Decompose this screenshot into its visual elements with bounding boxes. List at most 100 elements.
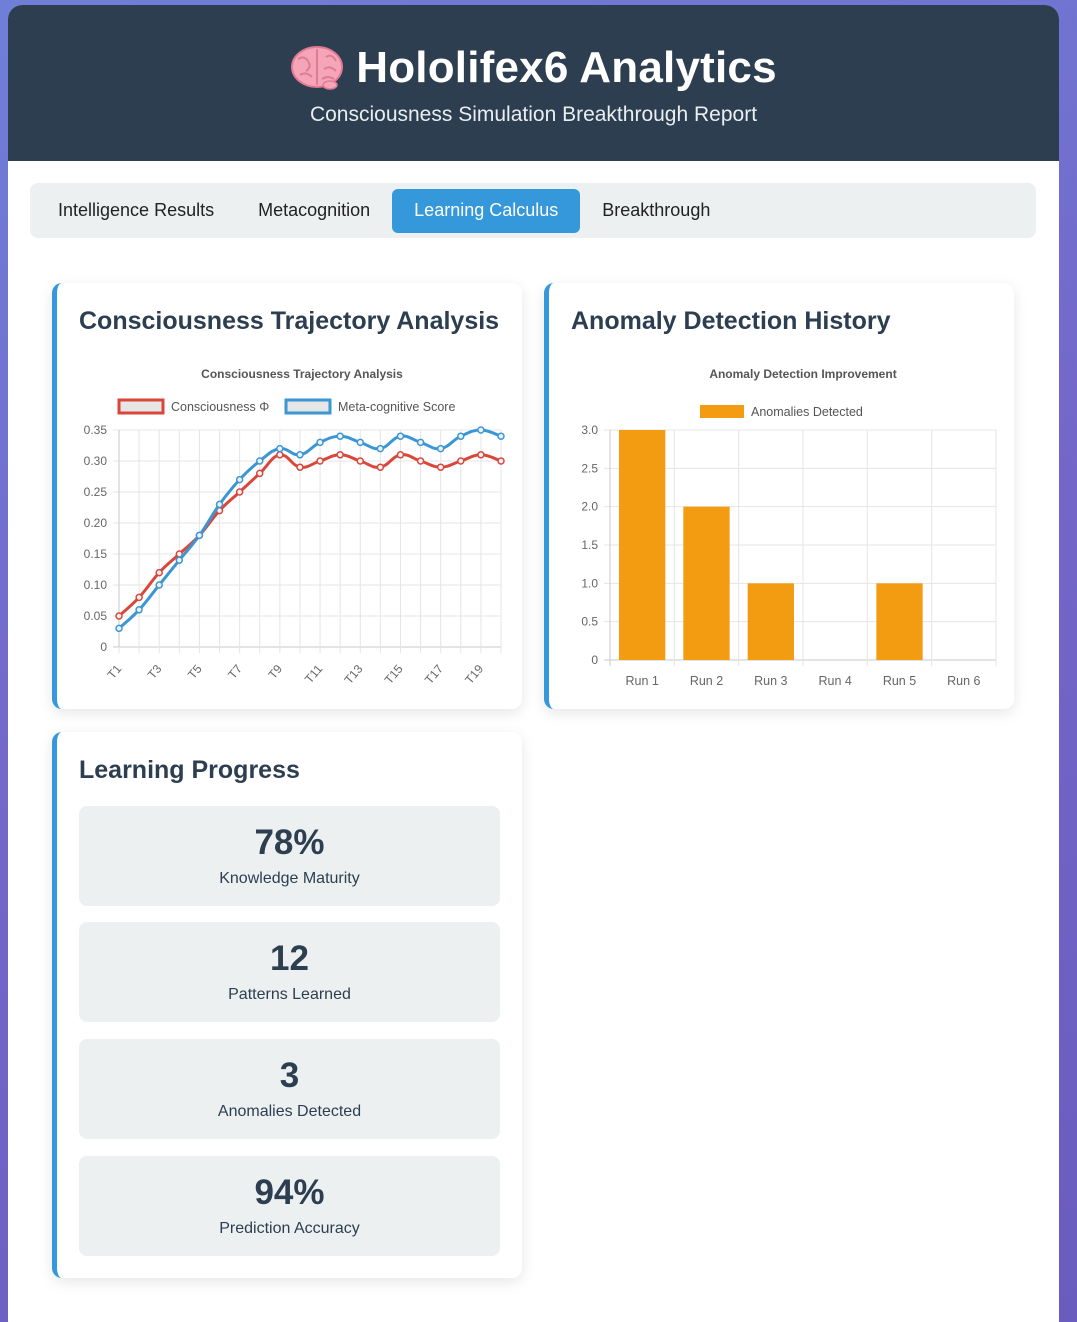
learning-card-title: Learning Progress: [79, 756, 300, 784]
bar: [619, 430, 666, 660]
stat-label: Patterns Learned: [228, 986, 351, 1003]
chart-title: Anomaly Detection Improvement: [709, 367, 896, 381]
stat-value: 78%: [254, 823, 325, 862]
data-point: [356, 457, 365, 465]
data-point: [436, 444, 445, 453]
x-tick-label: Run 3: [754, 674, 787, 688]
data-point: [396, 432, 405, 440]
x-tick-label: T5: [185, 662, 205, 682]
data-point: [255, 469, 264, 478]
tab-metacognition[interactable]: Metacognition: [236, 189, 392, 233]
legend-swatch: [284, 398, 332, 415]
data-point: [336, 451, 344, 459]
data-point: [296, 463, 304, 471]
x-tick-label: Run 2: [690, 674, 723, 688]
y-tick-label: 0.30: [84, 454, 108, 468]
data-point: [316, 438, 324, 447]
trajectory-line-chart: Consciousness Trajectory Analysis Conscio…: [84, 367, 505, 687]
legend-label: Meta-cognitive Score: [338, 400, 455, 414]
y-tick-label: 2.0: [581, 500, 598, 514]
data-point: [497, 432, 505, 440]
data-point: [376, 444, 385, 453]
x-tick-label: Run 5: [883, 674, 916, 688]
stat-label: Knowledge Maturity: [219, 870, 360, 887]
y-tick-label: 0.25: [84, 485, 108, 499]
y-tick-label: 0.05: [84, 609, 108, 623]
app-title: Hololifex6 Analytics: [356, 42, 777, 92]
legend-label: Anomalies Detected: [751, 405, 863, 419]
chart-title: Consciousness Trajectory Analysis: [201, 367, 403, 381]
data-point: [457, 432, 465, 440]
stat-value: 12: [270, 939, 309, 978]
data-point: [416, 457, 425, 465]
tab-breakthrough[interactable]: Breakthrough: [580, 189, 732, 233]
stat-label: Anomalies Detected: [217, 1103, 362, 1120]
stat-value: 3: [279, 1056, 300, 1095]
header-title-row: Hololifex6 Analytics: [8, 5, 1059, 97]
data-point: [336, 432, 344, 440]
data-point: [115, 624, 123, 633]
data-point: [195, 531, 204, 540]
stat-anomalies-detected: 3 Anomalies Detected: [79, 1039, 500, 1139]
data-point: [356, 438, 365, 447]
anomaly-card: Anomaly Detection History Anomaly Detect…: [544, 283, 1014, 709]
data-point: [215, 500, 224, 509]
x-tick-label: Run 4: [818, 674, 851, 688]
data-point: [135, 593, 143, 602]
y-tick-label: 0: [591, 653, 598, 667]
data-point: [396, 451, 405, 459]
y-tick-label: 0.35: [84, 423, 108, 437]
tab-bar: Intelligence Results Metacognition Learn…: [30, 183, 1036, 238]
data-point: [416, 438, 425, 447]
y-tick-label: 3.0: [581, 423, 598, 437]
data-point: [255, 457, 264, 465]
y-tick-label: 0.5: [581, 615, 598, 629]
data-point: [376, 463, 385, 471]
bar: [876, 583, 923, 660]
legend-label: Consciousness Φ: [171, 400, 269, 414]
x-tick-label: Run 6: [947, 674, 980, 688]
anomaly-bar-chart: Anomaly Detection Improvement Anomalies D…: [581, 367, 997, 688]
data-point: [235, 475, 244, 484]
y-tick-label: 0.15: [84, 547, 108, 561]
data-point: [155, 581, 163, 589]
stat-prediction-accuracy: 94% Prediction Accuracy: [79, 1156, 500, 1256]
data-point: [276, 444, 284, 453]
legend-swatch: [700, 405, 744, 418]
legend-swatch: [117, 398, 165, 415]
data-point: [135, 606, 143, 614]
data-point: [457, 457, 465, 465]
stat-knowledge-maturity: 78% Knowledge Maturity: [79, 806, 500, 906]
data-point: [115, 612, 123, 620]
y-tick-label: 0: [100, 640, 107, 654]
data-point: [276, 451, 284, 459]
header: Hololifex6 Analytics Consciousness Simul…: [8, 5, 1059, 161]
brain-icon: [291, 45, 344, 90]
x-tick-label: T11: [302, 662, 326, 686]
y-tick-label: 2.5: [581, 461, 598, 475]
x-tick-label: T19: [462, 662, 486, 687]
trajectory-card: Consciousness Trajectory Analysis Consci…: [52, 283, 522, 709]
bar: [747, 583, 794, 660]
data-point: [235, 488, 244, 496]
data-point: [477, 451, 485, 459]
data-point: [175, 556, 184, 564]
x-tick-label: T7: [225, 662, 245, 682]
data-point: [497, 457, 505, 465]
data-point: [477, 426, 485, 434]
stat-patterns-learned: 12 Patterns Learned: [79, 922, 500, 1022]
y-tick-label: 0.10: [84, 578, 108, 592]
x-tick-label: T1: [105, 662, 125, 682]
stat-value: 94%: [254, 1173, 325, 1212]
tab-learning-calculus[interactable]: Learning Calculus: [392, 188, 581, 233]
tab-intelligence-results[interactable]: Intelligence Results: [36, 189, 236, 233]
data-point: [155, 568, 163, 577]
data-point: [436, 463, 445, 471]
x-tick-label: T17: [422, 662, 446, 687]
x-tick-label: T3: [145, 662, 165, 682]
app-subtitle: Consciousness Simulation Breakthrough Re…: [309, 103, 758, 126]
learning-progress-card: Learning Progress 78% Knowledge Maturity…: [52, 732, 522, 1278]
series-line: [117, 428, 502, 630]
bar: [683, 506, 730, 660]
data-point: [296, 451, 304, 459]
